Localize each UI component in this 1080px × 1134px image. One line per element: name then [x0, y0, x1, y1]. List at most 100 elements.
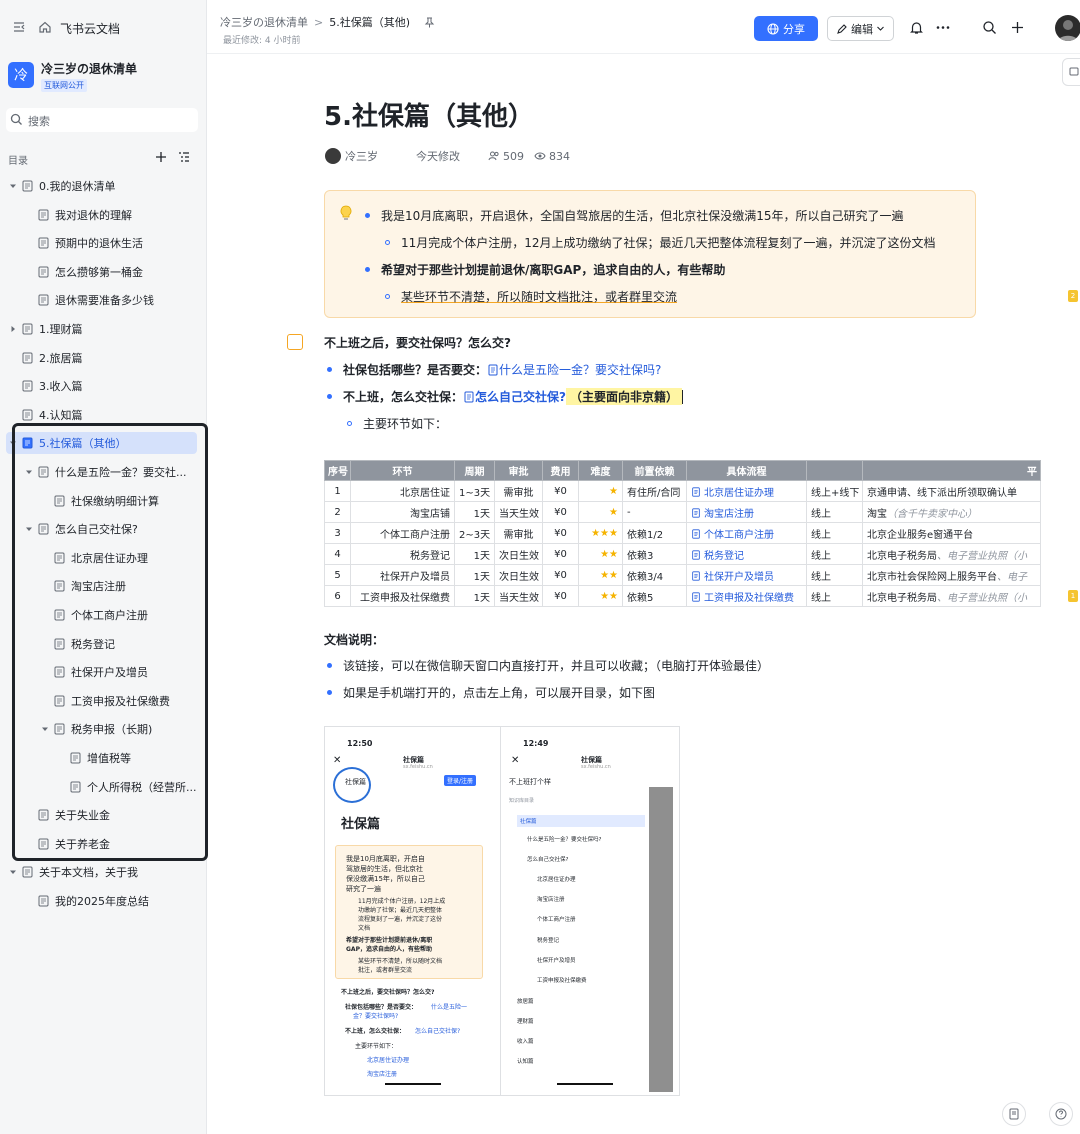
table-cell: ¥0 [542, 585, 579, 607]
phone-screenshot-2: 12:49 社保篇 sx.feishu.cn ✕ 不上班打个样 知识库目录 社保… [503, 727, 679, 1095]
table-header-cell: 序号 [324, 460, 351, 481]
table-cell: ¥0 [542, 564, 579, 586]
table-row: 2 淘宝店铺 1天 当天生效 ¥0 ★ - 淘宝店注册 线上 淘宝（含千牛卖家中心） [324, 501, 1041, 523]
sidebar-item[interactable]: 关于本文档，关于我 [6, 861, 197, 883]
add-page-icon[interactable] [154, 150, 168, 164]
note-1: 该链接，可以在微信聊天窗口内直接打开，并且可以收藏；（电脑打开体验最佳） [327, 657, 769, 674]
home-icon[interactable] [38, 20, 52, 34]
table-cell: 北京电子税务局、电子营业执照（小 [862, 543, 1041, 565]
search-icon[interactable] [982, 20, 997, 35]
sidebar-item[interactable]: 退休需要准备多少钱 [22, 289, 197, 311]
link-five-insurance[interactable]: 什么是五险一金？要交社保吗? [487, 361, 661, 378]
table-cell: - [622, 501, 687, 523]
table-header-cell: 环节 [350, 460, 455, 481]
table-cell: 6 [324, 585, 351, 607]
table-doc-link: 个体工商户注册 [691, 528, 774, 541]
space-header[interactable]: 冷 冷三岁の退休清单 互联网公开 [8, 58, 198, 98]
comment-marker[interactable]: 1 [1068, 590, 1078, 602]
doc-icon [22, 409, 33, 421]
sidebar-item[interactable]: 2.旅居篇 [6, 347, 197, 369]
link-self-pay[interactable]: 怎么自己交社保? [463, 388, 566, 405]
space-logo: 冷 [8, 62, 34, 88]
share-button[interactable]: 分享 [754, 16, 818, 41]
table-row: 3 个体工商户注册 2~3天 需审批 ¥0 ★★★ 依赖1/2 个体工商户注册 线上 北京企业服务… [324, 522, 1041, 544]
sidebar-item[interactable]: 1.理财篇 [6, 318, 197, 340]
app-name[interactable]: 飞书云文档 [60, 20, 120, 37]
search-icon [10, 113, 23, 126]
doc-content: 5.社保篇（其他） 冷三岁 今天修改 509 834 我是10月底离职，开启退休… [207, 54, 1080, 1134]
bell-icon[interactable] [909, 20, 924, 35]
sidebar-item[interactable]: 怎么攒够第一桶金 [22, 261, 197, 283]
collapse-sidebar-icon[interactable] [12, 20, 26, 34]
table-cell: 3 [324, 522, 351, 544]
table-cell: 1 [324, 480, 351, 502]
toc-header: 目录 [8, 150, 198, 167]
sidebar-item[interactable]: 我对退休的理解 [22, 204, 197, 226]
comment-panel-icon[interactable] [1062, 58, 1080, 86]
table-cell: ¥0 [542, 480, 579, 502]
doc-meta: 冷三岁 今天修改 509 834 [325, 148, 570, 164]
sidebar-item[interactable]: 我的2025年度总结 [22, 890, 197, 912]
sidebar-item[interactable]: 预期中的退休生活 [22, 232, 197, 254]
author-name[interactable]: 冷三岁 [345, 148, 378, 164]
table-row: 6 工资申报及社保缴费 1天 当天生效 ¥0 ★★ 依赖5 工资申报及社保缴费 线上 北京电子税务… [324, 585, 1041, 607]
page-title: 5.社保篇（其他） [324, 102, 534, 132]
doc-icon [22, 352, 33, 364]
phone-menu-item: 理财篇 [517, 1019, 534, 1025]
doc-icon [38, 209, 49, 221]
sidebar-item-label: 怎么攒够第一桶金 [55, 266, 143, 279]
table-cell: ★★ [578, 543, 623, 565]
mobile-screenshots[interactable]: 12:50 社保篇 sx.feishu.cn ✕ 社保篇 登录/注册 社保篇 我… [324, 726, 680, 1096]
phone-menu-item: 社保篇 [517, 815, 645, 827]
search-box[interactable]: 搜索 [6, 108, 198, 132]
table-cell: 5 [324, 564, 351, 586]
table-cell: 2~3天 [454, 522, 495, 544]
block-handle-icon[interactable] [287, 334, 303, 350]
table-cell[interactable]: 工资申报及社保缴费 [686, 585, 807, 607]
doc-icon [38, 237, 49, 249]
tree-view-icon[interactable] [177, 150, 191, 164]
table-cell[interactable]: 个体工商户注册 [686, 522, 807, 544]
doc-link-icon [488, 364, 498, 375]
help-icon[interactable] [1049, 1102, 1073, 1126]
table-cell[interactable]: 北京居住证办理 [686, 480, 807, 502]
author-avatar[interactable] [325, 148, 341, 164]
sidebar-topbar: 飞书云文档 [0, 14, 207, 42]
search-placeholder: 搜索 [28, 115, 50, 128]
table-cell: 当天生效 [494, 585, 543, 607]
plus-icon[interactable] [1010, 20, 1025, 35]
table-header-cell: 审批 [494, 460, 543, 481]
sidebar-item[interactable]: 0.我的退休清单 [6, 175, 197, 197]
notes-heading: 文档说明： [324, 633, 385, 647]
caret-down-icon[interactable] [8, 867, 18, 877]
feishu-doc-app: 飞书云文档 冷 冷三岁の退休清单 互联网公开 搜索 目录 0.我的退休清单我对退… [0, 0, 1080, 1134]
template-icon[interactable] [1002, 1102, 1026, 1126]
caret-down-icon[interactable] [8, 181, 18, 191]
table-cell: 1天 [454, 585, 495, 607]
table-cell: ★ [578, 501, 623, 523]
table-cell[interactable]: 社保开户及增员 [686, 564, 807, 586]
caret-right-icon[interactable] [8, 324, 18, 334]
breadcrumb-root[interactable]: 冷三岁の退休清单 [220, 14, 308, 30]
table-cell: 当天生效 [494, 501, 543, 523]
pin-icon[interactable] [424, 17, 435, 28]
public-badge: 互联网公开 [41, 79, 87, 92]
callout-line-4: 某些环节不清楚，所以随时文档批注，或者群里交流 [385, 288, 677, 305]
table-cell[interactable]: 淘宝店注册 [686, 501, 807, 523]
breadcrumb-current[interactable]: 5.社保篇（其他) [329, 14, 410, 30]
sub-bullet-steps: 主要环节如下： [347, 415, 447, 432]
table-cell: ★★ [578, 564, 623, 586]
comment-marker[interactable]: 2 [1068, 290, 1078, 302]
more-icon[interactable] [935, 20, 951, 35]
edit-button[interactable]: 编辑 [827, 16, 894, 41]
callout-line-1: 我是10月底离职，开启退休，全国自驾旅居的生活，但北京社保没缴满15年，所以自己… [365, 207, 904, 224]
steps-table: 序号 环节 周期 审批 费用 难度 前置依赖 具体流程平 1 北京居住证 1~3天 需审批 ¥0 ★ 有住… [324, 460, 1041, 607]
table-cell[interactable]: 税务登记 [686, 543, 807, 565]
user-avatar[interactable] [1055, 15, 1080, 41]
star-rating: ★★ [600, 590, 618, 602]
sidebar-item[interactable]: 3.收入篇 [6, 375, 197, 397]
table-row: 4 税务登记 1天 次日生效 ¥0 ★★ 依赖3 税务登记 线上 北京电子税务局、电子营业执照（小 [324, 543, 1041, 565]
section-question: 不上班之后，要交社保吗？怎么交? [324, 336, 511, 350]
